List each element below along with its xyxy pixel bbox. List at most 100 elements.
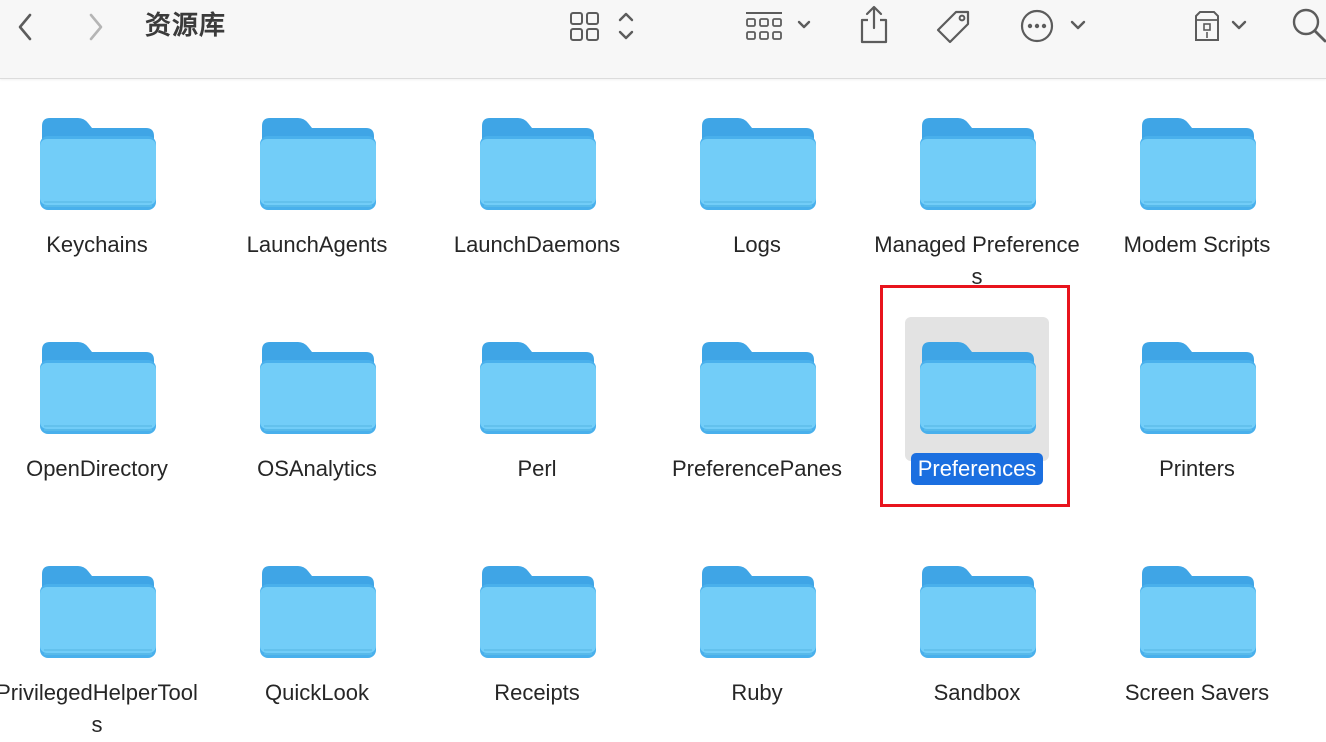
toolbar: 资源库 — [0, 0, 1326, 79]
folder-icon-wrapper[interactable] — [1125, 93, 1269, 237]
folder-item[interactable]: OSAnalytics — [207, 303, 427, 527]
folder-label[interactable]: LaunchDaemons — [427, 229, 647, 261]
folder-icon-wrapper[interactable] — [905, 93, 1049, 237]
folder-icon-wrapper[interactable] — [465, 93, 609, 237]
folder-name: LaunchDaemons — [453, 232, 621, 257]
folder-item[interactable]: PreferencePanes — [647, 303, 867, 527]
folder-item[interactable]: Keychains — [0, 79, 207, 303]
folder-name: Preferences — [910, 453, 1044, 485]
folder-name: Ruby — [731, 680, 783, 705]
folder-name: OSAnalytics — [257, 456, 377, 481]
folder-label[interactable]: PreferencePanes — [647, 453, 867, 485]
folder-item[interactable]: Receipts — [427, 527, 647, 742]
folder-item[interactable]: Sandbox — [867, 527, 1087, 742]
folder-label[interactable]: Receipts — [427, 677, 647, 709]
folder-icon-wrapper[interactable] — [25, 541, 169, 685]
folder-label[interactable]: Printers — [1087, 453, 1307, 485]
folder-icon-wrapper[interactable] — [245, 317, 389, 461]
icon-grid-view-icon — [570, 12, 634, 41]
folder-label[interactable]: Perl — [427, 453, 647, 485]
folder-icon — [1140, 118, 1256, 210]
tag-icon — [936, 10, 970, 44]
folder-icon — [920, 566, 1036, 658]
folder-item[interactable]: Screen Savers — [1087, 527, 1307, 742]
folder-item[interactable]: Modem Scripts — [1087, 79, 1307, 303]
folder-name: PrivilegedHelperTools — [0, 680, 198, 737]
folder-icon-wrapper[interactable] — [25, 317, 169, 461]
folder-icon — [480, 342, 596, 434]
folder-icon — [260, 566, 376, 658]
folder-item[interactable]: LaunchAgents — [207, 79, 427, 303]
chevron-left-icon — [18, 13, 32, 41]
folder-name: Logs — [733, 232, 781, 257]
folder-label[interactable]: LaunchAgents — [207, 229, 427, 261]
folder-name: Perl — [517, 456, 557, 481]
folder-icon — [1140, 566, 1256, 658]
folder-icon-wrapper[interactable] — [905, 541, 1049, 685]
folder-icon-wrapper[interactable] — [465, 317, 609, 461]
folder-item[interactable]: PrivilegedHelperTools — [0, 527, 207, 742]
folder-icon — [480, 118, 596, 210]
finder-window: 资源库 Keychains LaunchAgents LaunchDaemons… — [0, 0, 1326, 742]
folder-label[interactable]: Sandbox — [867, 677, 1087, 709]
folder-icon — [700, 118, 816, 210]
folder-grid: Keychains LaunchAgents LaunchDaemons Logs Ma… — [0, 79, 1326, 742]
folder-label[interactable]: Managed Preferences — [867, 229, 1087, 293]
folder-name: Printers — [1159, 456, 1235, 481]
folder-item[interactable]: Logs — [647, 79, 867, 303]
folder-icon — [920, 118, 1036, 210]
folder-name: PreferencePanes — [672, 456, 842, 481]
ellipsis-circle-icon — [1020, 9, 1086, 43]
folder-name: Screen Savers — [1124, 680, 1270, 705]
folder-item[interactable]: QuickLook — [207, 527, 427, 742]
forward-button[interactable] — [81, 12, 111, 42]
folder-item[interactable]: Managed Preferences — [867, 79, 1087, 303]
folder-icon-wrapper[interactable] — [905, 317, 1049, 461]
folder-item[interactable]: Ruby — [647, 527, 867, 742]
folder-icon-wrapper[interactable] — [685, 541, 829, 685]
folder-label[interactable]: Screen Savers — [1087, 677, 1307, 709]
folder-icon-wrapper[interactable] — [685, 93, 829, 237]
folder-icon-wrapper[interactable] — [1125, 317, 1269, 461]
folder-icon-wrapper[interactable] — [245, 541, 389, 685]
preview-pane-icon — [1195, 11, 1247, 41]
folder-item[interactable]: OpenDirectory — [0, 303, 207, 527]
folder-item[interactable]: Preferences — [867, 303, 1087, 527]
group-button[interactable] — [742, 8, 818, 44]
folder-label[interactable]: QuickLook — [207, 677, 427, 709]
preview-button[interactable] — [1190, 6, 1252, 46]
search-button[interactable] — [1288, 4, 1326, 46]
folder-icon — [700, 342, 816, 434]
folder-label[interactable]: OpenDirectory — [0, 453, 207, 485]
folder-icon-wrapper[interactable] — [685, 317, 829, 461]
folder-icon-wrapper[interactable] — [245, 93, 389, 237]
folder-item[interactable]: Perl — [427, 303, 647, 527]
tag-button[interactable] — [930, 6, 976, 46]
folder-name: LaunchAgents — [246, 232, 388, 257]
back-button[interactable] — [10, 12, 40, 42]
chevron-right-icon — [89, 13, 103, 41]
folder-icon — [480, 566, 596, 658]
folder-label[interactable]: Preferences — [867, 453, 1087, 485]
search-icon — [1292, 8, 1326, 43]
folder-label[interactable]: Modem Scripts — [1087, 229, 1307, 261]
folder-name: Receipts — [494, 680, 580, 705]
group-by-icon — [746, 12, 811, 40]
folder-label[interactable]: OSAnalytics — [207, 453, 427, 485]
folder-label[interactable]: Ruby — [647, 677, 867, 709]
folder-icon-wrapper[interactable] — [25, 93, 169, 237]
folder-icon — [260, 342, 376, 434]
folder-icon-wrapper[interactable] — [1125, 541, 1269, 685]
folder-label[interactable]: Logs — [647, 229, 867, 261]
more-actions-button[interactable] — [1017, 6, 1091, 46]
folder-name: Managed Preferences — [874, 232, 1080, 289]
folder-item[interactable]: LaunchDaemons — [427, 79, 647, 303]
folder-label[interactable]: Keychains — [0, 229, 207, 261]
folder-icon — [40, 566, 156, 658]
folder-label[interactable]: PrivilegedHelperTools — [0, 677, 207, 741]
folder-icon — [700, 566, 816, 658]
folder-item[interactable]: Printers — [1087, 303, 1307, 527]
folder-icon-wrapper[interactable] — [465, 541, 609, 685]
share-button[interactable] — [856, 4, 892, 46]
view-mode-button[interactable] — [566, 8, 640, 44]
